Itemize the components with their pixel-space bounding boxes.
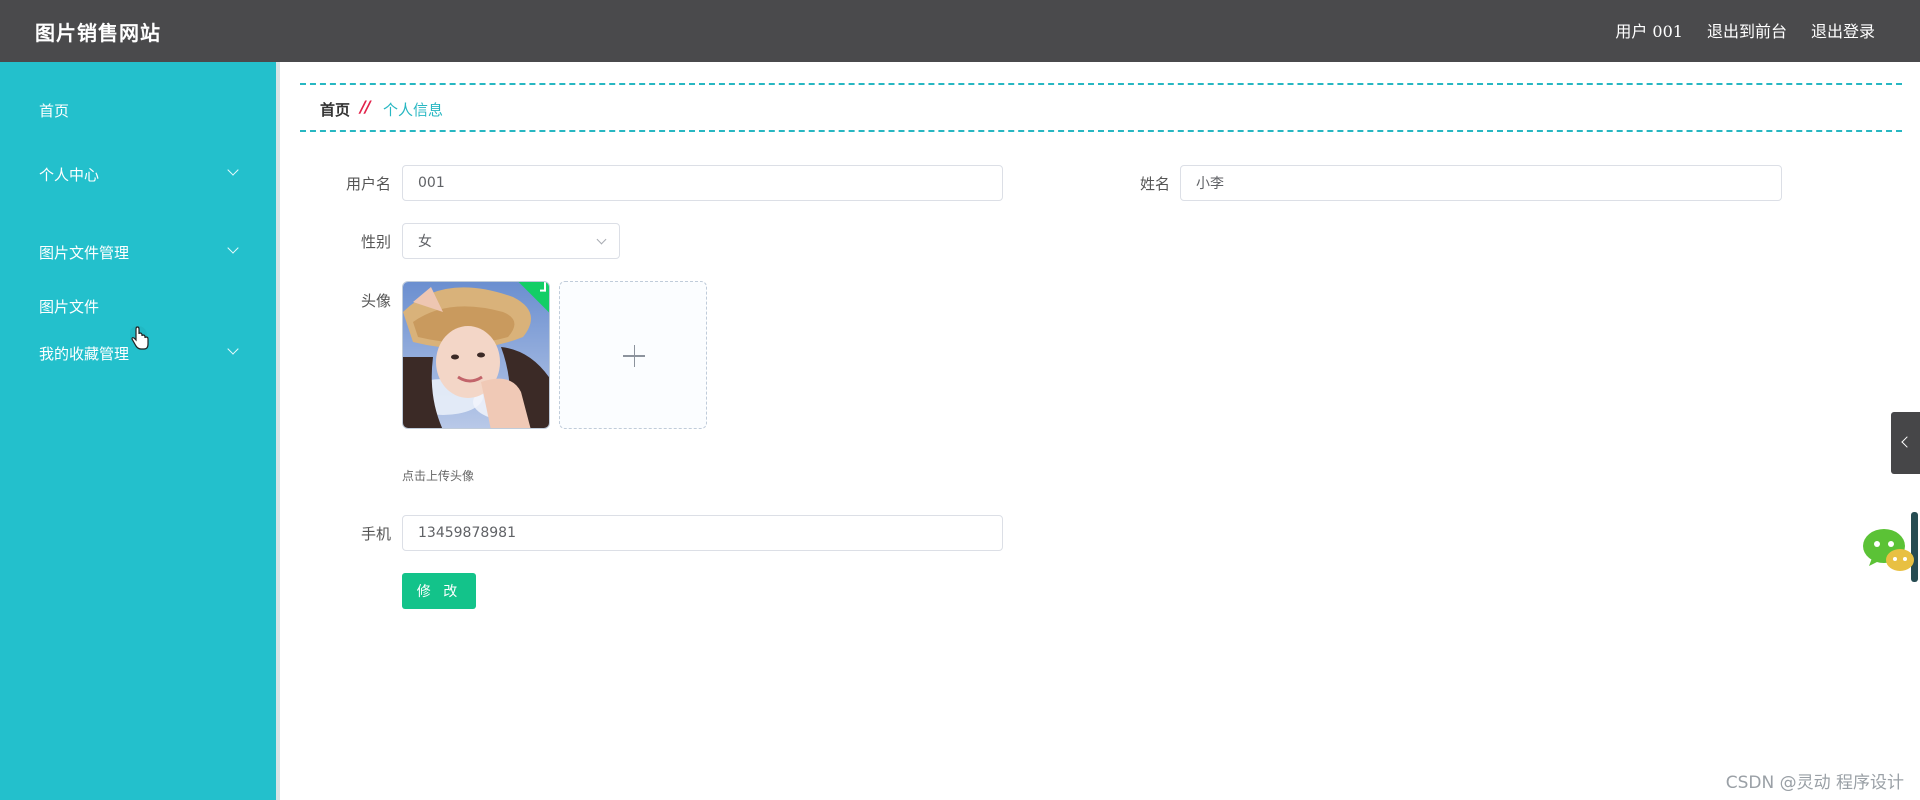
top-bar: 图片销售网站 用户 001 退出到前台 退出登录 [0,0,1920,62]
sidebar-item-home[interactable]: 首页 [39,100,69,121]
username-label: 用户名 [345,175,391,193]
username-input[interactable]: 001 [402,165,1003,201]
back-to-frontend-link[interactable]: 退出到前台 [1707,18,1787,42]
chevron-down-icon [227,164,239,176]
current-user-label: 用户 001 [1615,22,1683,41]
avatar-upload-button[interactable] [559,281,707,429]
sidebar-item-label: 图片文件 [39,298,100,316]
name-value: 小李 [1196,176,1224,192]
sidebar-item-personal-center[interactable]: 个人中心 [39,164,249,185]
check-icon [540,282,546,292]
name-label: 姓名 [1139,175,1170,193]
side-panel-toggle[interactable] [1891,412,1920,474]
phone-label: 手机 [360,525,391,543]
watermark: CSDN @灵动 程序设计 [1725,773,1904,793]
sidebar-item-label: 首页 [39,102,70,120]
sidebar-item-label: 图片文件管理 [39,244,130,262]
gender-select[interactable]: 女 [402,223,620,259]
breadcrumb-home[interactable]: 首页 [320,99,350,120]
chevron-down-icon [227,343,239,355]
avatar-preview[interactable] [402,281,550,429]
wechat-icon[interactable] [1862,524,1920,582]
logout-link[interactable]: 退出登录 [1811,18,1875,42]
chevron-down-icon [227,242,239,254]
avatar-label: 头像 [360,292,391,310]
gender-value: 女 [418,234,432,250]
chevron-left-icon [1901,436,1913,448]
hand-cursor-icon [130,326,149,350]
sidebar-item-image-file-management[interactable]: 图片文件管理 [39,242,249,263]
plus-icon-vertical [633,345,635,367]
sidebar-item-label: 个人中心 [39,166,100,184]
phone-input[interactable]: 13459878981 [402,515,1003,551]
top-right-nav: 用户 001 退出到前台 退出登录 [1615,18,1875,42]
gender-label: 性别 [360,233,391,251]
phone-value: 13459878981 [418,525,516,541]
avatar-upload-hint: 点击上传头像 [402,469,475,483]
sidebar-item-image-files[interactable]: 图片文件 [39,296,99,317]
sidebar-divider [276,62,280,800]
breadcrumb: 首页 // 个人信息 [300,83,1902,132]
name-input[interactable]: 小李 [1180,165,1782,201]
breadcrumb-separator: // [360,97,371,116]
submit-update-button[interactable]: 修 改 [402,573,476,609]
avatar-image [403,282,549,428]
username-value: 001 [418,175,445,191]
site-title: 图片销售网站 [35,21,161,45]
chevron-down-icon [596,234,607,245]
sidebar: 首页 个人中心 图片文件管理 图片文件 我的收藏管理 [0,62,276,800]
breadcrumb-current: 个人信息 [383,101,444,119]
sidebar-item-label: 我的收藏管理 [39,345,130,363]
